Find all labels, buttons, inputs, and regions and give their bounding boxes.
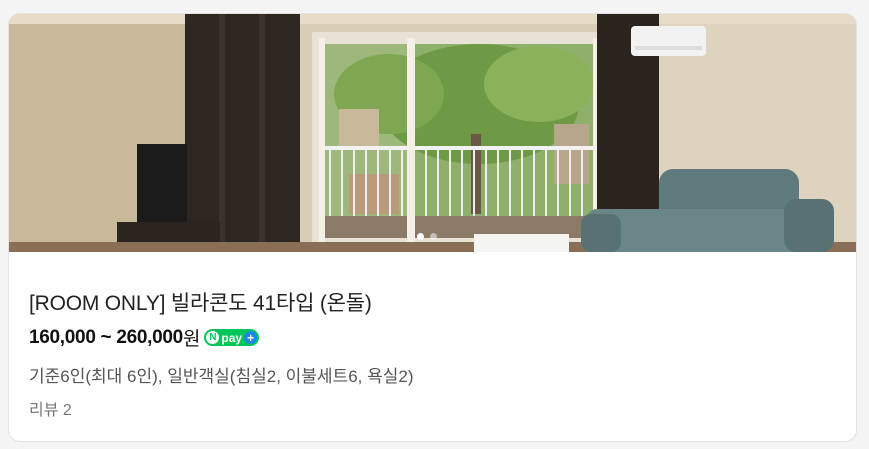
slide-dot-active[interactable] <box>417 233 424 240</box>
npay-badge: N pay + <box>204 329 260 346</box>
room-card[interactable]: [ROOM ONLY] 빌라콘도 41타입 (온돌) 160,000 ~ 260… <box>8 13 857 442</box>
room-photo[interactable] <box>9 14 856 252</box>
npay-label: pay <box>221 330 243 345</box>
room-photo-image <box>9 14 856 252</box>
room-title[interactable]: [ROOM ONLY] 빌라콘도 41타입 (온돌) <box>29 287 372 317</box>
npay-n-icon: N <box>206 331 220 344</box>
review-count[interactable]: 리뷰 2 <box>29 396 72 420</box>
room-description: 기준6인(최대 6인), 일반객실(침실2, 이불세트6, 욕실2) <box>29 367 414 386</box>
slide-indicator <box>417 233 437 240</box>
price-row: 160,000 ~ 260,000 원 N pay + <box>29 324 260 351</box>
slide-dot[interactable] <box>430 233 437 240</box>
price-range: 160,000 ~ 260,000 <box>29 326 183 348</box>
price-unit: 원 <box>182 329 201 350</box>
npay-plus-icon: + <box>244 331 258 344</box>
